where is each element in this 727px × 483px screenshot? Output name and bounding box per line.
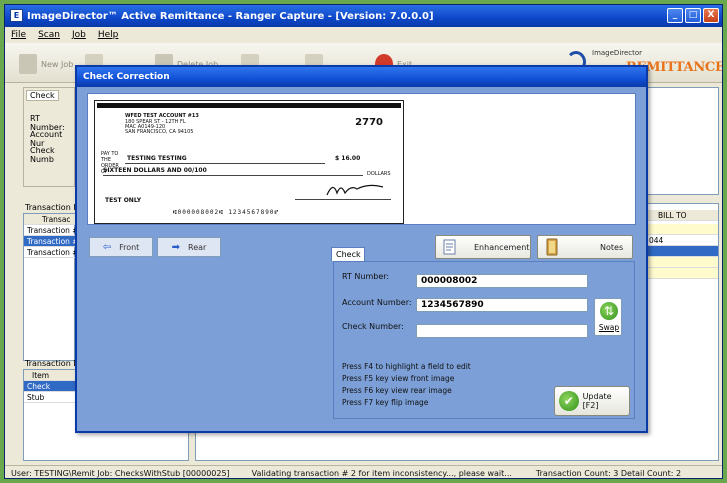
notes-label: Notes [600, 242, 624, 252]
check-image: WFED TEST ACCOUNT #13 180 SPEAR ST - 12T… [94, 100, 404, 224]
minimize-button[interactable]: _ [667, 8, 683, 23]
hint-f5: Press F5 key view front image [342, 374, 455, 383]
rt-number-label: RT Number: [342, 272, 390, 281]
signature-icon [326, 184, 384, 196]
check-number-field[interactable] [416, 324, 588, 338]
window-controls: _ □ X [667, 8, 719, 23]
transaction-info-label: Transaction In [25, 203, 81, 212]
check-number: 2770 [355, 117, 383, 128]
hint-f6: Press F6 key view rear image [342, 386, 452, 395]
update-button[interactable]: ✔ Update [F2] [554, 386, 630, 416]
swap-arrows-icon: ⇅ [600, 302, 618, 320]
status-counts: Transaction Count: 3 Detail Count: 2 [535, 468, 682, 478]
left-check-tab[interactable]: Check [26, 90, 59, 101]
checkmark-icon: ✔ [559, 391, 579, 411]
check-payer-addr3: SAN FRANCISCO, CA 94105 [125, 129, 194, 135]
menu-help[interactable]: Help [98, 30, 119, 40]
transaction-list-header[interactable]: Transac [24, 214, 76, 225]
new-job-icon [19, 54, 37, 74]
application-window: E ImageDirector™ Active Remittance - Ran… [4, 4, 723, 479]
check-payee: TESTING TESTING [127, 155, 187, 162]
swap-button[interactable]: ⇅ Swap [594, 298, 622, 336]
check-amount: $ 16.00 [335, 155, 361, 162]
check-number-label: Check Number: [342, 322, 404, 331]
rear-label: Rear [188, 242, 207, 252]
maximize-button[interactable]: □ [685, 8, 701, 23]
brand-small-text: ImageDirector [592, 49, 643, 57]
right-top-pane [645, 87, 719, 195]
payee-line [125, 163, 325, 164]
check-memo: TEST ONLY [105, 197, 142, 204]
hint-f7: Press F7 key flip image [342, 398, 429, 407]
check-fields-panel: RT Number: 000008002 Account Number: 123… [333, 261, 635, 419]
new-job-label: New Job [41, 59, 74, 69]
check-image-panel: WFED TEST ACCOUNT #13 180 SPEAR ST - 12T… [87, 93, 636, 225]
check-correction-dialog: Check Correction WFED TEST ACCOUNT #13 1… [75, 65, 648, 433]
grid-cell[interactable] [646, 224, 718, 235]
document-edit-icon [443, 239, 456, 255]
left-check-panel: Check RT Number: Account Nur Check Numb [23, 87, 75, 187]
new-job-button[interactable]: New Job [19, 51, 73, 77]
bill-to-value[interactable]: 044 [646, 235, 718, 246]
app-icon[interactable]: E [10, 9, 23, 22]
menu-scan[interactable]: Scan [38, 30, 60, 40]
left-check-label: Check Numb [30, 146, 55, 164]
window-title: ImageDirector™ Active Remittance - Range… [27, 10, 434, 22]
menu-file[interactable]: File [11, 30, 26, 40]
table-row[interactable]: Transaction # [24, 247, 76, 258]
menu-bar: File Scan Job Help [5, 27, 722, 43]
check-dollars: DOLLARS [367, 171, 391, 177]
check-tab[interactable]: Check [331, 247, 365, 261]
front-button[interactable]: ⇦ Front [89, 237, 153, 257]
arrow-right-icon: ➡ [171, 241, 181, 253]
main-title-bar[interactable]: E ImageDirector™ Active Remittance - Ran… [5, 5, 722, 27]
check-amount-words: SIXTEEN DOLLARS AND 00/100 [103, 167, 207, 174]
table-row[interactable]: Transaction # [24, 225, 76, 236]
status-bar: User: TESTING\Remit Job: ChecksWithStub … [5, 465, 722, 478]
bill-to-header[interactable]: BILL TO [646, 210, 718, 221]
grid-cell-selected[interactable] [646, 246, 718, 257]
signature-line [295, 199, 391, 200]
account-number-field[interactable]: 1234567890 [416, 298, 588, 312]
status-user: User: TESTING\Remit Job: ChecksWithStub … [11, 468, 230, 478]
notes-icon [546, 238, 558, 256]
close-button[interactable]: X [703, 8, 719, 23]
transaction-list[interactable]: Transac Transaction # Transaction # Tran… [23, 213, 76, 361]
arrow-left-icon: ⇦ [102, 241, 112, 253]
check-header-bar [97, 103, 401, 108]
notes-button[interactable]: Notes [537, 235, 633, 259]
enhancement-button[interactable]: Enhancement [435, 235, 531, 259]
status-message: Validating transaction # 2 for item inco… [251, 468, 512, 478]
grid-cell[interactable] [646, 268, 718, 279]
grid-cell[interactable] [646, 257, 718, 268]
table-row-selected[interactable]: Transaction # [24, 236, 76, 247]
amount-words-line [103, 175, 363, 176]
enhancement-label: Enhancement [474, 242, 530, 252]
hint-f4: Press F4 to highlight a field to edit [342, 362, 471, 371]
swap-label: Swap [598, 323, 620, 332]
rear-button[interactable]: ➡ Rear [157, 237, 221, 257]
dialog-title[interactable]: Check Correction [77, 67, 646, 87]
account-number-label: Account Number: [342, 298, 412, 307]
update-label: Update [F2] [582, 392, 612, 410]
menu-job[interactable]: Job [72, 30, 86, 40]
check-micr-line: ⑆000008002⑆ 1234567890⑈ [173, 209, 280, 216]
rt-number-field[interactable]: 000008002 [416, 274, 588, 288]
front-label: Front [119, 242, 140, 252]
